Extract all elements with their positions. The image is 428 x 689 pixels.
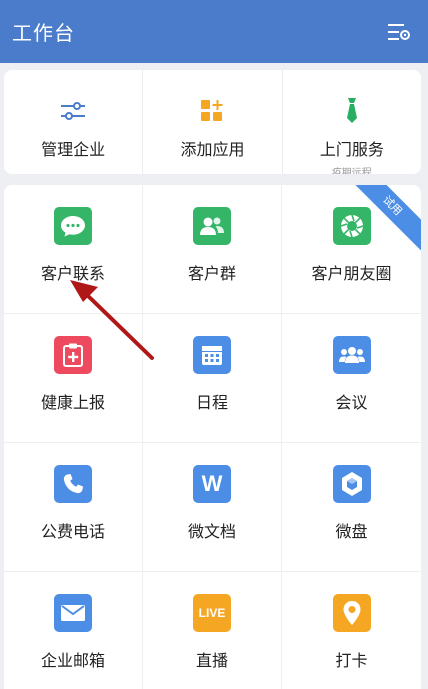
app-public-phone[interactable]: 公费电话 [4,443,143,572]
onsite-service-label: 上门服务 [319,140,384,159]
sliders-icon [60,98,86,124]
health-report-icon [54,336,92,374]
app-label: 客户联系 [40,264,105,283]
app-label: 客户朋友圈 [311,264,392,283]
chat-bubble-icon [54,207,92,245]
app-label: 企业邮箱 [40,651,105,670]
app-label: 微文档 [187,522,236,541]
location-pin-icon [332,594,371,632]
live-icon: LIVE [193,594,231,632]
doc-w-glyph: W [201,471,223,496]
app-header: 工作台 [0,0,428,63]
live-glyph: LIVE [198,606,226,620]
onsite-service-sublabel: 疫期远程 [331,168,372,174]
customer-group-icon [193,207,231,245]
app-health-report[interactable]: 健康上报 [4,314,143,443]
app-live[interactable]: LIVE 直播 [143,572,282,689]
app-label: 客户群 [187,264,236,283]
quick-actions-card: 管理企业 添加应用 上门服务 疫期远程 [4,70,421,174]
app-customer-moments[interactable]: 试用 客户朋友圈 [282,185,421,314]
app-label: 健康上报 [40,393,105,412]
meeting-icon [332,336,371,374]
manage-enterprise-label: 管理企业 [41,140,106,159]
doc-w-icon: W [193,465,231,503]
calendar-icon [193,336,231,374]
app-label: 日程 [195,393,228,412]
mail-icon [54,594,92,632]
add-app-label: 添加应用 [180,140,245,159]
app-label: 直播 [195,651,228,670]
app-schedule[interactable]: 日程 [143,314,282,443]
app-label: 公费电话 [40,522,105,541]
apps-card: 客户联系 客户群 试用 客户朋友圈 健康上报 日程 会议 公费电话 W 微文档 … [4,185,421,689]
aperture-icon [332,207,371,245]
drive-icon [332,465,371,503]
tie-icon [339,98,365,124]
page-title: 工作台 [12,21,75,45]
app-micro-doc[interactable]: W 微文档 [143,443,282,572]
app-label: 打卡 [335,651,368,670]
app-micro-drive[interactable]: 微盘 [282,443,421,572]
add-app-button[interactable]: 添加应用 [142,70,281,174]
app-check-in[interactable]: 打卡 [282,572,421,689]
app-label: 微盘 [335,522,368,541]
onsite-service-button[interactable]: 上门服务 疫期远程 [281,70,421,174]
add-apps-icon [199,98,225,124]
list-settings-icon[interactable] [386,19,412,45]
app-label: 会议 [335,393,368,412]
app-meeting[interactable]: 会议 [282,314,421,443]
manage-enterprise-button[interactable]: 管理企业 [4,70,142,174]
app-enterprise-mail[interactable]: 企业邮箱 [4,572,143,689]
app-customer-contact[interactable]: 客户联系 [4,185,143,314]
phone-icon [54,465,92,503]
app-customer-group[interactable]: 客户群 [143,185,282,314]
